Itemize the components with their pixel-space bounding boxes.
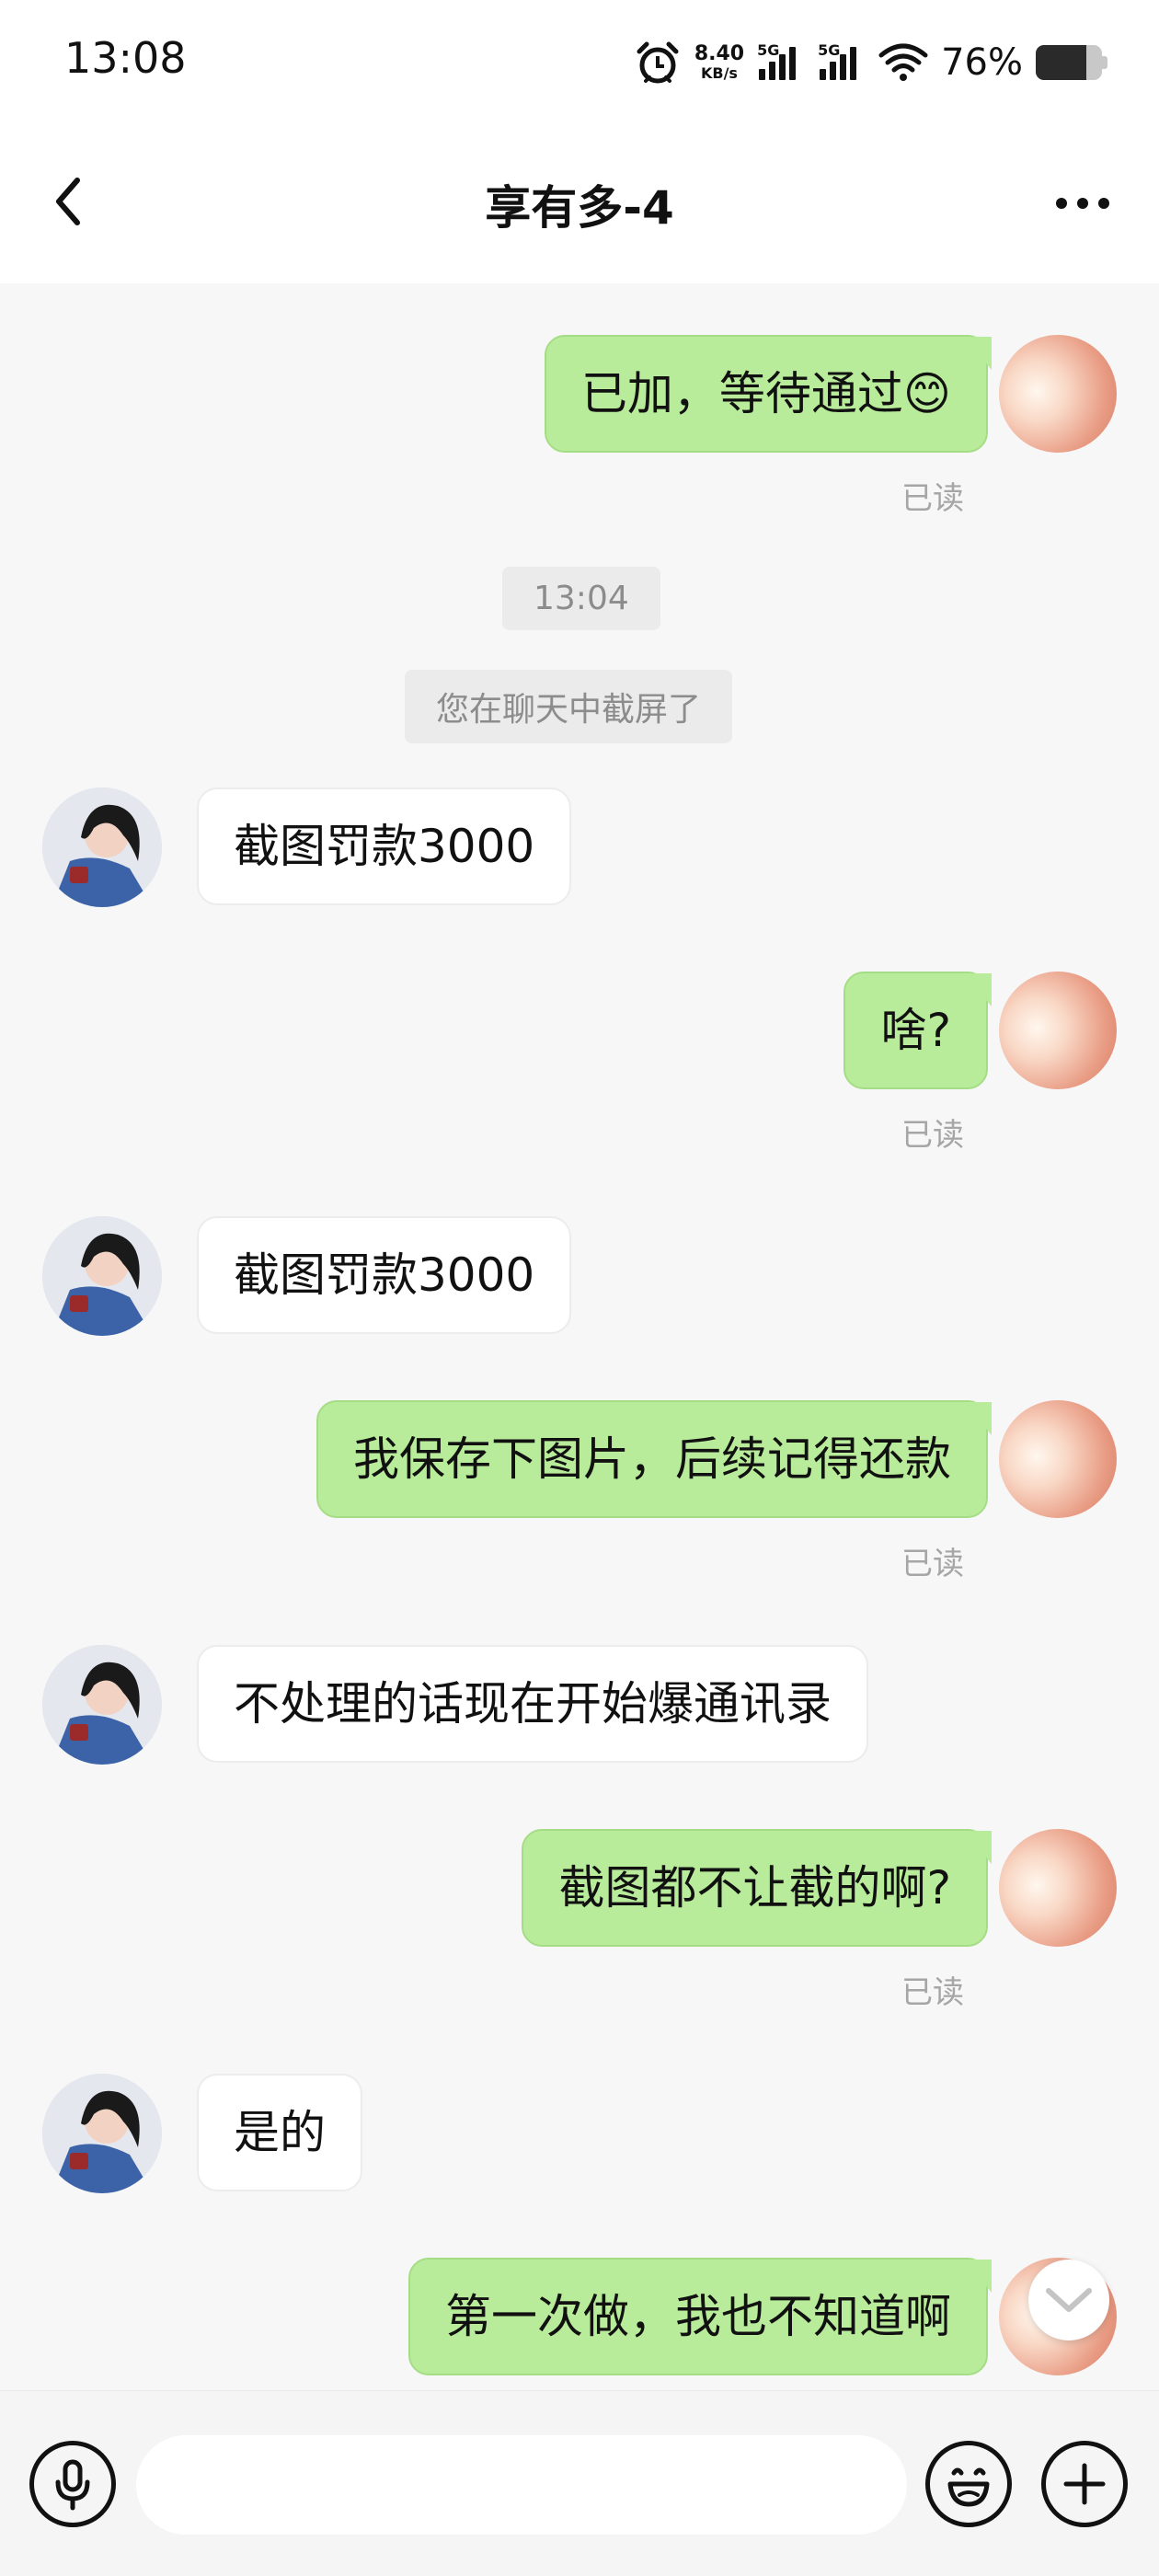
contact-avatar[interactable] xyxy=(42,1645,162,1765)
battery-percentage: 76% xyxy=(941,41,1023,84)
message-bubble-sent[interactable]: 我保存下图片，后续记得还款 xyxy=(316,1400,988,1518)
plus-icon xyxy=(1063,2463,1106,2505)
message-bubble-received[interactable]: 截图罚款3000 xyxy=(197,1216,572,1334)
contact-avatar[interactable] xyxy=(42,2074,162,2193)
bubble-tail xyxy=(964,2260,992,2293)
chevron-down-icon xyxy=(1046,2288,1092,2312)
scroll-to-bottom-button[interactable] xyxy=(1028,2260,1109,2340)
chat-title: 享有多-4 xyxy=(485,181,674,235)
battery-level-fill xyxy=(1036,45,1086,80)
more-options-button[interactable] xyxy=(1041,2441,1128,2527)
emoji-button[interactable] xyxy=(925,2441,1012,2527)
message-bubble-sent[interactable]: 已加，等待通过😊 xyxy=(544,335,988,453)
my-avatar[interactable] xyxy=(999,1829,1117,1947)
signal-label: 5G xyxy=(757,41,780,59)
clock-time: 13:08 xyxy=(64,33,187,83)
message-bubble-sent[interactable]: 第一次做，我也不知道啊 xyxy=(408,2258,988,2375)
read-receipt: 已读 xyxy=(901,1974,964,2011)
signal-label: 5G xyxy=(818,41,841,59)
signal-strength-icon: 5G xyxy=(818,41,866,84)
message-text-field[interactable] xyxy=(136,2435,907,2535)
network-speed-unit: KB/s xyxy=(700,64,738,82)
smiley-icon xyxy=(947,2467,990,2507)
microphone-icon xyxy=(55,2459,90,2511)
message-list[interactable]: 已加，等待通过😊 已读 13:04 您在聊天中截屏了 截图罚款3000 啥? 已… xyxy=(0,283,1159,2390)
network-speed: 8.40 KB/s xyxy=(694,44,744,81)
battery-tip xyxy=(1102,56,1107,69)
more-horizontal-icon[interactable] xyxy=(1050,180,1115,226)
chat-header: 享有多-4 xyxy=(0,129,1159,283)
bubble-tail xyxy=(964,1831,992,1864)
signal-strength-icon: 5G xyxy=(757,41,805,84)
bubble-tail xyxy=(964,337,992,370)
message-input-bar xyxy=(0,2390,1159,2576)
status-bar: 13:08 8.40 KB/s 5G 5G 76% xyxy=(0,0,1159,129)
message-bubble-received[interactable]: 截图罚款3000 xyxy=(197,788,572,905)
message-bubble-received[interactable]: 不处理的话现在开始爆通讯录 xyxy=(197,1645,868,1763)
contact-avatar[interactable] xyxy=(42,788,162,907)
bubble-tail xyxy=(964,1402,992,1435)
message-timestamp: 13:04 xyxy=(502,567,660,630)
contact-avatar[interactable] xyxy=(42,1216,162,1336)
network-speed-value: 8.40 xyxy=(694,42,745,65)
read-receipt: 已读 xyxy=(901,1117,964,1154)
read-receipt: 已读 xyxy=(901,1546,964,1582)
read-receipt: 已读 xyxy=(901,480,964,517)
voice-input-button[interactable] xyxy=(29,2441,116,2527)
my-avatar[interactable] xyxy=(999,1400,1117,1518)
wifi-icon xyxy=(878,43,928,81)
my-avatar[interactable] xyxy=(999,335,1117,453)
status-icons: 8.40 KB/s 5G 5G 76% xyxy=(621,35,1107,90)
bubble-tail xyxy=(964,973,992,1006)
message-bubble-sent[interactable]: 截图都不让截的啊? xyxy=(522,1829,988,1947)
battery-icon xyxy=(1036,45,1102,80)
screenshot-notice: 您在聊天中截屏了 xyxy=(405,670,733,743)
message-bubble-received[interactable]: 是的 xyxy=(197,2074,362,2191)
my-avatar[interactable] xyxy=(999,972,1117,1089)
alarm-clock-icon xyxy=(637,41,679,84)
